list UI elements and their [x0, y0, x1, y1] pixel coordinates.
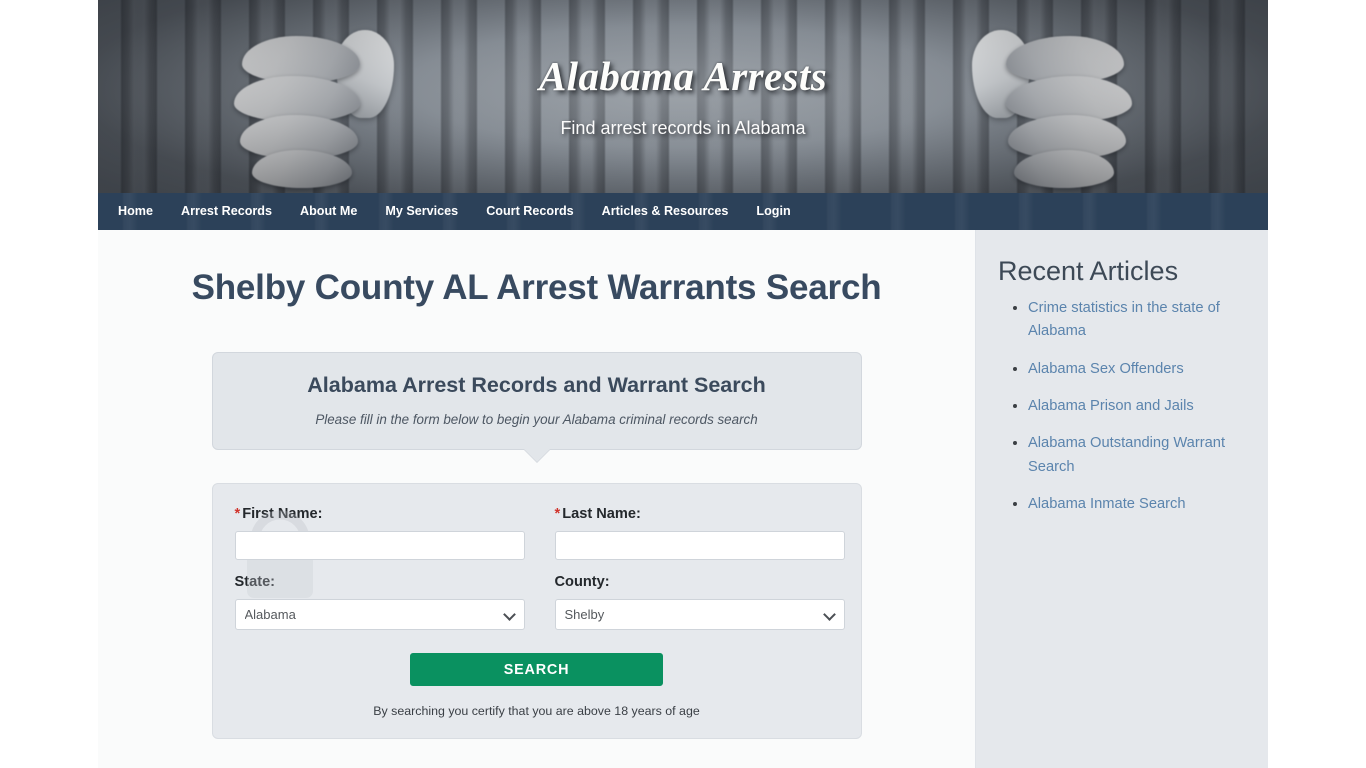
list-item: Alabama Prison and Jails: [1028, 394, 1242, 417]
first-name-input[interactable]: [234, 531, 525, 560]
first-name-field-group: * First Name:: [234, 506, 525, 560]
list-item: Alabama Inmate Search: [1028, 492, 1242, 515]
state-select[interactable]: Alabama: [234, 599, 525, 630]
main-column: Shelby County AL Arrest Warrants Search …: [98, 230, 975, 768]
nav-item-login[interactable]: Login: [742, 194, 804, 229]
page-root: Alabama Arrests Find arrest records in A…: [0, 0, 1366, 768]
callout-subheading: Please fill in the form below to begin y…: [315, 412, 758, 427]
first-name-label-text: First Name:: [242, 506, 323, 522]
nav-item-articles-resources[interactable]: Articles & Resources: [588, 194, 743, 229]
form-row-spacer: [235, 560, 839, 574]
last-name-label: * Last Name:: [555, 506, 845, 522]
page-title: Shelby County AL Arrest Warrants Search: [191, 268, 882, 307]
age-disclaimer: By searching you certify that you are ab…: [373, 704, 700, 718]
callout-heading: Alabama Arrest Records and Warrant Searc…: [307, 373, 766, 397]
state-select-wrapper: Alabama: [234, 599, 525, 630]
first-name-label: * First Name:: [235, 506, 525, 522]
sidebar-article-link-4[interactable]: Alabama Outstanding Warrant Search: [1028, 435, 1225, 474]
last-name-required-mark: *: [554, 506, 561, 522]
callout-tail: [523, 449, 550, 462]
sidebar: Recent Articles Crime statistics in the …: [975, 230, 1268, 768]
county-field-group: County: Shelby: [554, 574, 845, 630]
sidebar-article-link-1[interactable]: Crime statistics in the state of Alabama: [1028, 300, 1220, 339]
list-item: Crime statistics in the state of Alabama: [1028, 296, 1242, 343]
sidebar-article-link-5[interactable]: Alabama Inmate Search: [1028, 496, 1186, 512]
main-navigation: Home Arrest Records About Me My Services…: [98, 193, 1268, 230]
site-container: Alabama Arrests Find arrest records in A…: [98, 0, 1268, 768]
name-fields-row: * First Name: * Last Name:: [234, 506, 845, 560]
nav-item-home[interactable]: Home: [104, 194, 167, 229]
submit-row: SEARCH: [235, 653, 839, 686]
last-name-field-group: * Last Name:: [554, 506, 845, 560]
last-name-label-text: Last Name:: [562, 506, 641, 522]
nav-item-about-me[interactable]: About Me: [286, 194, 371, 229]
sidebar-article-link-2[interactable]: Alabama Sex Offenders: [1028, 361, 1184, 377]
county-select[interactable]: Shelby: [554, 599, 845, 630]
arrest-search-form: * First Name: * Last Name: State: Alabam…: [211, 483, 862, 739]
site-masthead: Alabama Arrests Find arrest records in A…: [98, 0, 1268, 193]
site-title: Alabama Arrests: [538, 53, 828, 99]
list-item: Alabama Sex Offenders: [1028, 357, 1242, 380]
site-tagline: Find arrest records in Alabama: [560, 118, 806, 138]
location-fields-row: State: Alabama County: Shelby: [234, 574, 845, 630]
nav-item-my-services[interactable]: My Services: [371, 194, 472, 229]
content-area: Shelby County AL Arrest Warrants Search …: [98, 230, 1268, 768]
nav-item-court-records[interactable]: Court Records: [472, 194, 587, 229]
sidebar-article-link-3[interactable]: Alabama Prison and Jails: [1028, 398, 1194, 414]
county-label: County:: [554, 574, 610, 590]
last-name-input[interactable]: [554, 531, 845, 560]
nav-item-arrest-records[interactable]: Arrest Records: [167, 194, 286, 229]
first-name-required-mark: *: [234, 506, 241, 522]
list-item: Alabama Outstanding Warrant Search: [1028, 431, 1242, 478]
hero-text-block: Alabama Arrests Find arrest records in A…: [98, 52, 1268, 139]
search-button[interactable]: SEARCH: [410, 653, 663, 686]
state-label: State:: [234, 574, 276, 590]
search-callout: Alabama Arrest Records and Warrant Searc…: [211, 352, 862, 462]
county-select-wrapper: Shelby: [554, 599, 845, 630]
sidebar-title: Recent Articles: [998, 256, 1179, 286]
state-field-group: State: Alabama: [234, 574, 525, 630]
recent-articles-list: Crime statistics in the state of Alabama…: [998, 296, 1242, 515]
